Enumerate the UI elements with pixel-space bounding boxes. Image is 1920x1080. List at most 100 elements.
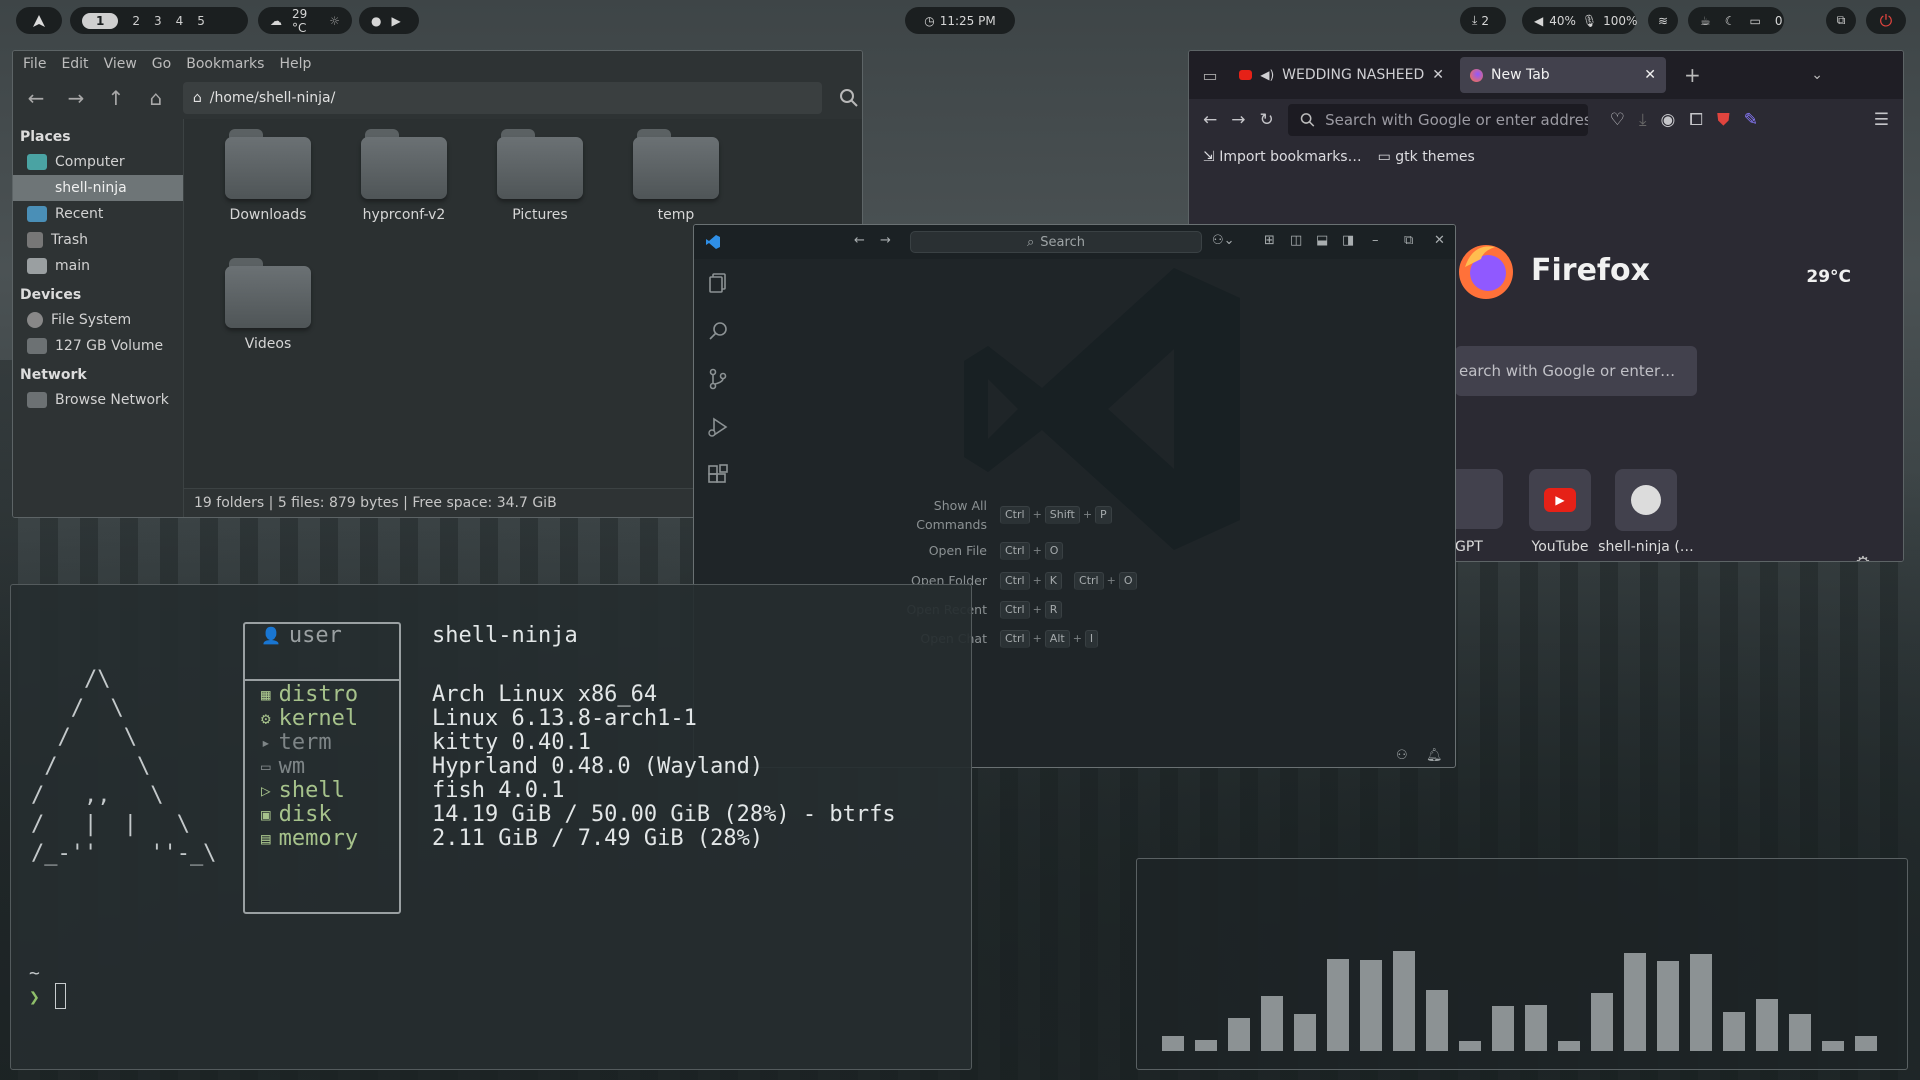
run-debug-icon[interactable]: [694, 403, 742, 451]
url-bar[interactable]: Search with Google or enter address: [1287, 104, 1588, 136]
toggle-panel-icon[interactable]: ⬓: [1316, 233, 1328, 248]
folder-downloads[interactable]: Downloads: [208, 129, 328, 223]
menu-go[interactable]: Go: [152, 56, 171, 72]
workspace-5-button[interactable]: 5: [197, 14, 205, 28]
toggle-sidebar-icon[interactable]: ◫: [1290, 233, 1302, 248]
new-tab-icon[interactable]: +: [1684, 63, 1701, 87]
copilot-icon[interactable]: ⚇⌄: [1212, 233, 1235, 248]
reload-icon[interactable]: ↻: [1260, 110, 1274, 130]
sidebar-item-computer[interactable]: Computer: [13, 149, 183, 175]
power-button[interactable]: ⏻: [1866, 7, 1906, 34]
menu-help[interactable]: Help: [279, 56, 311, 72]
sidebar-item-volume[interactable]: 127 GB Volume: [13, 333, 183, 359]
toggle-secondary-sidebar-icon[interactable]: ◨: [1342, 233, 1354, 248]
location-bar[interactable]: ⌂ /home/shell-ninja/: [182, 82, 823, 114]
tab-overview-icon[interactable]: ▭: [1197, 66, 1223, 85]
workspace-2-button[interactable]: 2: [132, 14, 140, 28]
menu-icon[interactable]: ☰: [1874, 110, 1889, 130]
sun-icon: ☼: [329, 13, 340, 28]
keycap: Ctrl: [1074, 571, 1104, 590]
close-tab-icon[interactable]: ✕: [1644, 67, 1656, 83]
search-icon[interactable]: [694, 307, 742, 355]
shortcut-chatgpt[interactable]: GPT: [1455, 469, 1503, 555]
settings-gear-icon[interactable]: ⚙: [1855, 553, 1871, 561]
fetch-value-wm: Hyprland 0.48.0 (Wayland): [432, 754, 764, 779]
close-tab-icon[interactable]: ✕: [1432, 67, 1444, 83]
search-button[interactable]: [836, 85, 862, 111]
menu-bookmarks[interactable]: Bookmarks: [186, 56, 264, 72]
menu-file[interactable]: File: [23, 56, 46, 72]
sidebar-item-home[interactable]: shell-ninja: [13, 175, 183, 201]
updates-widget[interactable]: ⤓ 2: [1460, 7, 1506, 34]
moon-icon[interactable]: ☾: [1725, 14, 1736, 28]
explorer-icon[interactable]: [694, 259, 742, 307]
folder-pictures[interactable]: Pictures: [480, 129, 600, 223]
folder-hyprconf[interactable]: hyprconf-v2: [344, 129, 464, 223]
menu-view[interactable]: View: [104, 56, 137, 72]
keycap: Ctrl: [1000, 571, 1030, 590]
source-control-icon[interactable]: [694, 355, 742, 403]
copilot-status-icon[interactable]: ⚇: [1396, 748, 1408, 763]
play-icon[interactable]: ▶: [391, 14, 400, 28]
terminal-cursor[interactable]: [55, 983, 66, 1009]
up-button[interactable]: ↑: [103, 85, 129, 111]
download-icon[interactable]: ⤓: [1639, 110, 1647, 130]
forward-icon[interactable]: →: [880, 233, 891, 248]
close-icon[interactable]: ✕: [1434, 233, 1445, 248]
back-button[interactable]: ←: [23, 85, 49, 111]
menu-edit[interactable]: Edit: [61, 56, 88, 72]
shortcut-show-all-commands[interactable]: Show All Commands Ctrl + Shift + P: [869, 496, 1123, 534]
screen-button[interactable]: ⧉: [1826, 7, 1856, 34]
bell-icon[interactable]: 🔔︎: [1426, 748, 1443, 763]
account-icon[interactable]: ◉: [1661, 110, 1676, 130]
restore-icon[interactable]: ⧉: [1404, 233, 1413, 248]
back-icon[interactable]: ←: [1203, 110, 1217, 130]
layers-button[interactable]: ≋: [1648, 7, 1678, 34]
back-icon[interactable]: ←: [854, 233, 865, 248]
bookmark-gtk-themes[interactable]: ▭ gtk themes: [1378, 149, 1475, 165]
audio-widget[interactable]: ◀ 40% 🎙 100%: [1522, 7, 1637, 34]
command-center-search[interactable]: ⌕ Search: [910, 231, 1202, 253]
clock-widget[interactable]: ◷ 11:25 PM: [905, 7, 1015, 34]
weather-widget[interactable]: ☁ 29 °C ☼: [258, 6, 352, 35]
sidebar-item-recent[interactable]: Recent: [13, 201, 183, 227]
sidebar-item-trash[interactable]: Trash: [13, 227, 183, 253]
extensions-icon[interactable]: ⧠: [1689, 110, 1703, 130]
shortcut-open-file[interactable]: Open File Ctrl + O: [869, 541, 1074, 560]
weather-temp: 29 °C: [292, 6, 308, 35]
arch-launcher-button[interactable]: [16, 7, 62, 34]
ublock-icon[interactable]: ⛊: [1717, 110, 1730, 130]
extensions-icon[interactable]: [694, 451, 742, 499]
keycap: Ctrl: [1000, 541, 1030, 560]
tab-new-tab[interactable]: New Tab ✕: [1460, 57, 1666, 93]
sidebar-item-browse-network[interactable]: Browse Network: [13, 387, 183, 413]
fetch-value-term: kitty 0.40.1: [432, 730, 591, 755]
pocket-icon[interactable]: ♡: [1610, 110, 1625, 130]
forward-icon[interactable]: →: [1231, 110, 1245, 130]
title-bar: ← → ⌕ Search ⚇⌄ ⊞ ◫ ⬓ ◨ – ⧉ ✕: [694, 225, 1455, 259]
folder-videos[interactable]: Videos: [208, 258, 328, 352]
volume-icon: ◀: [1534, 13, 1544, 28]
workspace-4-button[interactable]: 4: [176, 14, 184, 28]
tab-wedding-nasheed[interactable]: ◀) WEDDING NASHEED ✕: [1229, 57, 1454, 93]
notification-count: 0: [1774, 13, 1783, 28]
workspace-3-button[interactable]: 3: [154, 14, 162, 28]
list-tabs-icon[interactable]: ⌄: [1811, 67, 1823, 83]
color-picker-icon[interactable]: ✎: [1744, 110, 1758, 130]
clipboard-icon[interactable]: ▭: [1750, 14, 1761, 28]
workspace-1-button[interactable]: 1: [82, 12, 119, 29]
folder-temp[interactable]: temp: [616, 129, 736, 223]
home-button[interactable]: ⌂: [143, 85, 169, 111]
shortcut-github[interactable]: shell-ninja (…: [1591, 469, 1701, 555]
bookmark-import[interactable]: ⇲ Import bookmarks…: [1203, 149, 1362, 165]
customize-layout-icon[interactable]: ⊞: [1264, 233, 1275, 248]
minimize-icon[interactable]: –: [1372, 233, 1379, 248]
vscode-logo-icon: [706, 235, 720, 249]
coffee-icon[interactable]: ☕: [1700, 14, 1711, 28]
tab-bar: ▭ ◀) WEDDING NASHEED ✕ New Tab ✕ + ⌄: [1189, 51, 1903, 99]
forward-button[interactable]: →: [63, 85, 89, 111]
sidebar-item-main[interactable]: main: [13, 253, 183, 279]
media-controls[interactable]: ● ▶: [359, 7, 419, 34]
search-box[interactable]: earch with Google or enter…: [1455, 346, 1697, 396]
sidebar-item-filesystem[interactable]: File System: [13, 307, 183, 333]
